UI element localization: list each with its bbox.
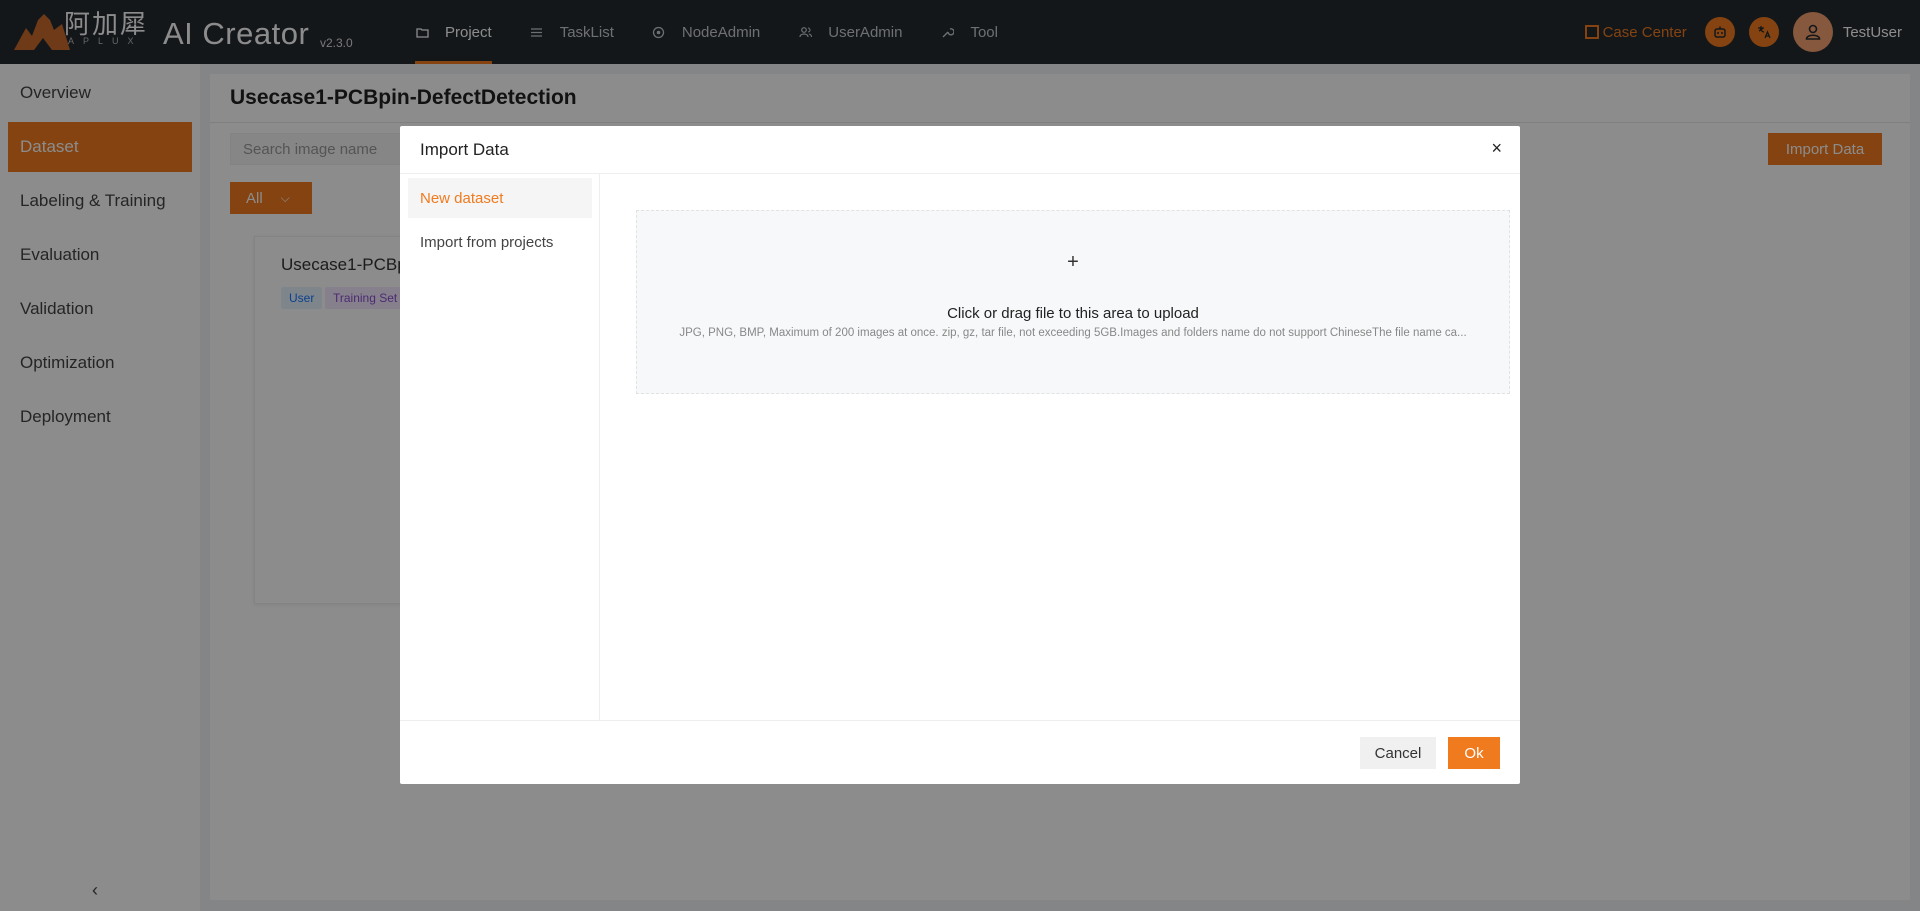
- modal-header: Import Data ×: [400, 126, 1520, 174]
- modal-title: Import Data: [420, 140, 509, 159]
- tab-label: New dataset: [420, 189, 504, 207]
- upload-text: Click or drag file to this area to uploa…: [947, 305, 1199, 322]
- import-data-modal: Import Data × New dataset Import from pr…: [400, 126, 1520, 784]
- close-icon[interactable]: ×: [1491, 138, 1502, 159]
- modal-footer: Cancel Ok: [400, 720, 1520, 784]
- modal-tabs: New dataset Import from projects: [400, 174, 600, 720]
- cancel-button[interactable]: Cancel: [1360, 737, 1436, 769]
- tab-label: Import from projects: [420, 233, 554, 251]
- tab-new-dataset[interactable]: New dataset: [408, 178, 592, 218]
- upload-hint: JPG, PNG, BMP, Maximum of 200 images at …: [679, 327, 1467, 339]
- plus-icon: +: [1067, 251, 1079, 273]
- upload-dropzone[interactable]: + Click or drag file to this area to upl…: [636, 210, 1510, 394]
- ok-button[interactable]: Ok: [1448, 737, 1500, 769]
- tab-import-from-projects[interactable]: Import from projects: [408, 222, 592, 262]
